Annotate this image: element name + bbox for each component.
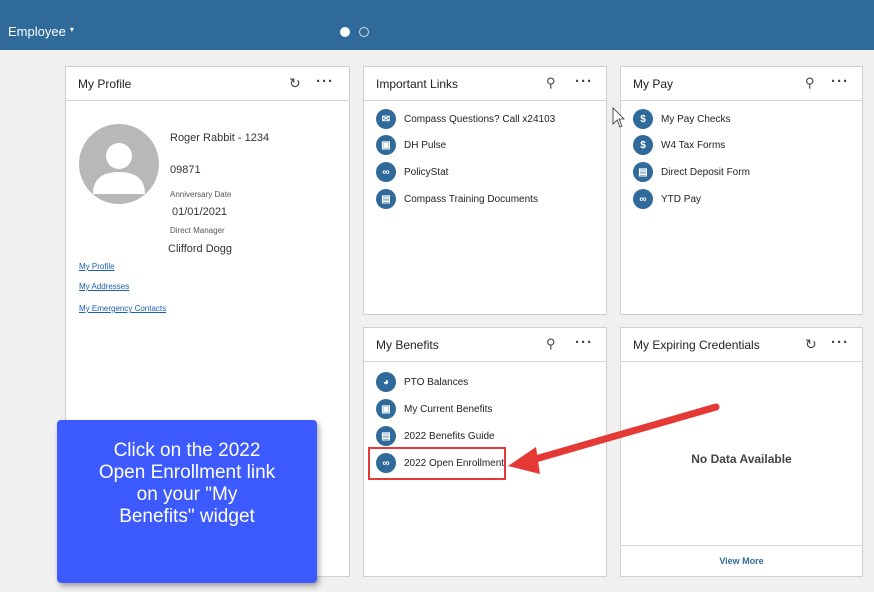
callout-line: on your "My [136, 484, 238, 505]
callout-line: Open Enrollment link [98, 462, 276, 483]
callout-line: Click on the 2022 [113, 440, 261, 461]
instruction-callout: Click on the 2022 Open Enrollment link o… [57, 420, 317, 583]
callout-line: Benefits" widget [119, 506, 255, 527]
